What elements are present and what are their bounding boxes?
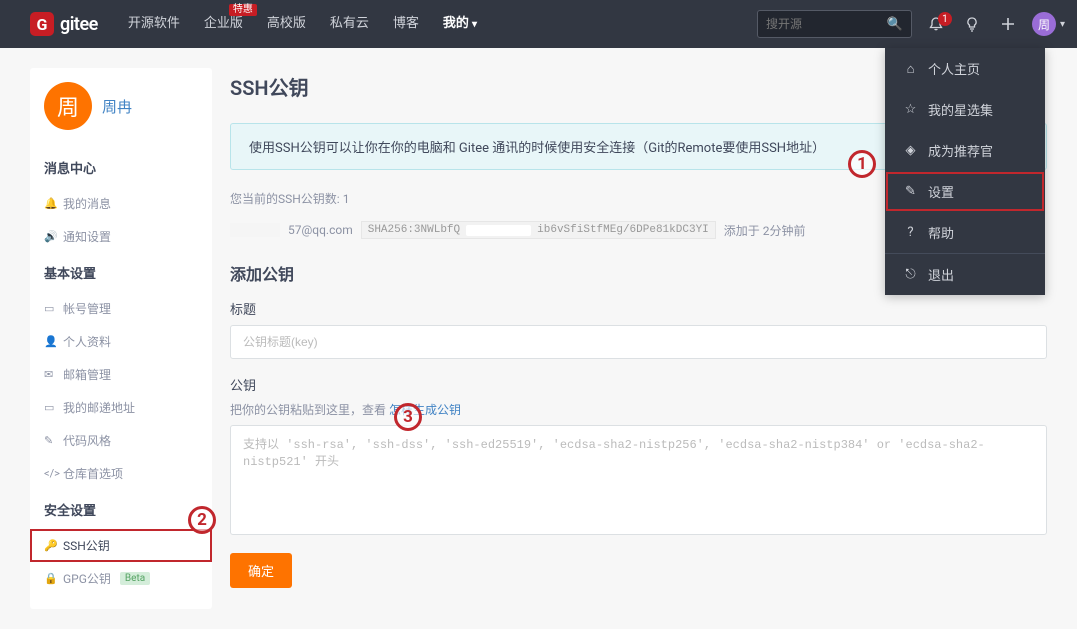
dropdown-help[interactable]: ?帮助 <box>885 212 1045 253</box>
sidebar: 周 周冉 消息中心 🔔我的消息 🔊通知设置 基本设置 ▭帐号管理 👤个人资料 ✉… <box>30 68 212 609</box>
key-hash: SHA256:3NWLbfQ ib6vSfiStfMEg/6DPe81kDC3Y… <box>361 221 716 239</box>
bell-icon[interactable]: 1 <box>924 16 948 32</box>
nav-open-source[interactable]: 开源软件 <box>116 0 192 49</box>
logo-icon: G <box>30 12 54 36</box>
dropdown-settings[interactable]: ✎设置 <box>885 171 1045 212</box>
sound-icon: 🔊 <box>44 230 56 243</box>
nav-enterprise[interactable]: 企业版特惠 <box>192 0 255 49</box>
badge-icon: ◈ <box>903 143 918 158</box>
user-menu-trigger[interactable]: 周 ▾ <box>1032 12 1065 36</box>
title-label: 标题 <box>230 299 1047 318</box>
howto-link[interactable]: 怎样生成公钥 <box>389 403 461 417</box>
key-email: 57@qq.com <box>288 223 353 237</box>
key-textarea[interactable] <box>230 425 1047 535</box>
key-title-input[interactable] <box>230 325 1047 359</box>
header: G gitee 开源软件 企业版特惠 高校版 私有云 博客 我的▾ 🔍 1 周 … <box>0 0 1077 48</box>
sidebar-item-ssh-key[interactable]: 🔑SSH公钥 <box>30 529 212 562</box>
search-input[interactable] <box>766 17 887 31</box>
key-hint: 把你的公钥粘贴到这里，查看 怎样生成公钥 <box>230 401 1047 418</box>
nav-university[interactable]: 高校版 <box>255 0 318 49</box>
avatar-large: 周 <box>44 82 92 130</box>
help-icon: ? <box>903 225 918 240</box>
dropdown-logout[interactable]: ⎋退出 <box>885 254 1045 295</box>
nav-mine[interactable]: 我的▾ <box>431 0 489 49</box>
header-right: 🔍 1 周 ▾ <box>757 10 1065 38</box>
sidebar-item-repo-pref[interactable]: </>仓库首选项 <box>30 457 212 490</box>
sidebar-item-my-messages[interactable]: 🔔我的消息 <box>30 187 212 220</box>
chevron-down-icon: ▾ <box>1060 19 1065 30</box>
exit-icon: ⎋ <box>903 267 918 282</box>
search-icon: 🔍 <box>887 17 903 32</box>
dropdown-home[interactable]: ⌂个人主页 <box>885 48 1045 89</box>
notification-badge: 1 <box>938 12 952 26</box>
profile-name[interactable]: 周冉 <box>102 96 132 117</box>
logo-text: gitee <box>60 14 98 35</box>
code-icon: </> <box>44 467 56 480</box>
sidebar-item-profile[interactable]: 👤个人资料 <box>30 325 212 358</box>
search-box[interactable]: 🔍 <box>757 10 912 38</box>
sidebar-item-gpg-key[interactable]: 🔒GPG公钥Beta <box>30 562 212 595</box>
sidebar-item-shipping[interactable]: ▭我的邮递地址 <box>30 391 212 424</box>
key-icon: 🔑 <box>44 539 56 552</box>
email-mask <box>230 223 280 237</box>
pencil-icon: ✎ <box>44 434 56 447</box>
user-dropdown: ⌂个人主页 ☆我的星选集 ◈成为推荐官 ✎设置 ?帮助 ⎋退出 <box>885 48 1045 295</box>
dropdown-stars[interactable]: ☆我的星选集 <box>885 89 1045 130</box>
section-messages: 消息中心 <box>30 148 212 187</box>
beta-badge: Beta <box>120 572 150 585</box>
card-icon: ▭ <box>44 401 56 414</box>
lock-icon: 🔒 <box>44 572 56 585</box>
logo[interactable]: G gitee <box>30 12 98 36</box>
nav: 开源软件 企业版特惠 高校版 私有云 博客 我的▾ <box>116 0 489 49</box>
plus-icon[interactable] <box>996 17 1020 31</box>
profile: 周 周冉 <box>30 82 212 148</box>
chevron-down-icon: ▾ <box>472 19 477 30</box>
key-label: 公钥 <box>230 375 1047 394</box>
dropdown-recommend[interactable]: ◈成为推荐官 <box>885 130 1045 171</box>
edit-icon: ✎ <box>903 184 918 199</box>
lightbulb-icon[interactable] <box>960 16 984 32</box>
submit-button[interactable]: 确定 <box>230 553 292 588</box>
nav-blog[interactable]: 博客 <box>381 0 431 49</box>
mail-icon: ✉ <box>44 368 56 381</box>
bell-icon: 🔔 <box>44 197 56 210</box>
sidebar-item-code-style[interactable]: ✎代码风格 <box>30 424 212 457</box>
home-icon: ⌂ <box>903 61 918 77</box>
sidebar-item-notif-settings[interactable]: 🔊通知设置 <box>30 220 212 253</box>
user-icon: 👤 <box>44 335 56 348</box>
id-icon: ▭ <box>44 302 56 315</box>
section-security: 安全设置 <box>30 490 212 529</box>
section-basic: 基本设置 <box>30 253 212 292</box>
key-added-time: 添加于 2分钟前 <box>724 222 806 239</box>
sidebar-item-account[interactable]: ▭帐号管理 <box>30 292 212 325</box>
avatar: 周 <box>1032 12 1056 36</box>
nav-private-cloud[interactable]: 私有云 <box>318 0 381 49</box>
star-icon: ☆ <box>903 102 918 117</box>
special-badge: 特惠 <box>229 4 257 16</box>
sidebar-item-email[interactable]: ✉邮箱管理 <box>30 358 212 391</box>
